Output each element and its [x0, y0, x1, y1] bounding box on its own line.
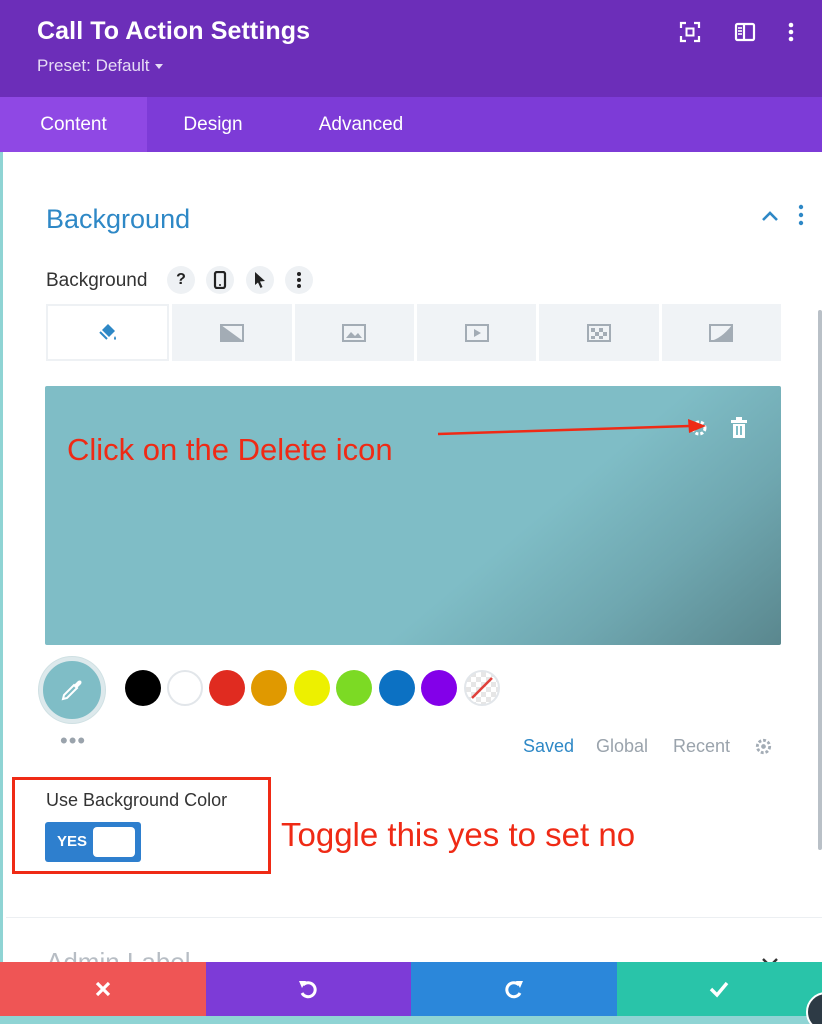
color-picker-button[interactable] — [39, 657, 105, 723]
more-colors-icon[interactable]: ••• — [60, 728, 86, 754]
settings-tabs: Content Design Advanced — [0, 97, 822, 152]
section-title[interactable]: Background — [46, 204, 190, 235]
toggle-annotation: Toggle this yes to set no — [281, 816, 636, 853]
modal-footer — [0, 962, 822, 1016]
use-background-color-toggle[interactable]: YES — [45, 822, 141, 862]
redo-button[interactable] — [411, 962, 617, 1016]
tab-content[interactable]: Content — [0, 97, 147, 152]
undo-button[interactable] — [205, 962, 411, 1016]
image-tab[interactable] — [294, 304, 414, 361]
toggle-knob — [93, 827, 135, 857]
caret-down-icon — [155, 64, 164, 70]
mobile-icon[interactable] — [206, 266, 234, 294]
background-field-label: Background — [46, 270, 148, 291]
toggle-label: Use Background Color — [46, 790, 228, 810]
check-icon — [710, 981, 729, 998]
fullscreen-icon[interactable] — [678, 20, 702, 44]
save-button[interactable] — [616, 962, 822, 1016]
video-icon — [464, 323, 489, 342]
swatch-blue[interactable] — [379, 670, 415, 706]
settings-content: Background Background ? Click on the Del… — [0, 152, 822, 977]
redo-icon — [505, 981, 523, 999]
swatch-purple[interactable] — [421, 670, 457, 706]
swatch-orange[interactable] — [251, 670, 287, 706]
bottom-strip — [0, 1016, 822, 1024]
section-more-icon[interactable] — [797, 204, 805, 226]
settings-header: Call To Action Settings Preset: Default — [0, 0, 822, 97]
pattern-icon — [586, 323, 611, 342]
background-type-tabs — [46, 304, 781, 361]
settings-icon[interactable] — [689, 417, 709, 439]
video-tab[interactable] — [416, 304, 537, 361]
palette-tab-saved[interactable]: Saved — [523, 736, 574, 757]
swatch-yellow[interactable] — [294, 670, 330, 706]
tab-advanced[interactable]: Advanced — [296, 97, 426, 152]
no-color-icon — [471, 677, 493, 699]
color-icon — [98, 323, 116, 340]
pattern-tab[interactable] — [539, 304, 659, 361]
more-options-icon[interactable] — [779, 20, 803, 44]
modal-title: Call To Action Settings — [37, 17, 311, 45]
delete-annotation: Click on the Delete icon — [67, 432, 393, 467]
tab-design[interactable]: Design — [160, 97, 266, 152]
preset-label: Preset: Default — [37, 56, 150, 75]
preset-dropdown[interactable]: Preset: Default — [37, 56, 164, 76]
palette-tab-global[interactable]: Global — [596, 736, 648, 757]
eyedropper-icon — [61, 680, 82, 701]
more-icon[interactable] — [285, 266, 313, 294]
close-icon — [95, 981, 110, 997]
cancel-button[interactable] — [0, 962, 206, 1016]
swatch-white[interactable] — [167, 670, 203, 706]
mask-tab[interactable] — [661, 304, 781, 361]
gradient-icon — [219, 323, 244, 342]
palette-tab-recent[interactable]: Recent — [673, 736, 730, 757]
section-divider — [6, 917, 822, 918]
gradient-tab[interactable] — [172, 304, 292, 361]
scrollbar[interactable] — [818, 310, 822, 850]
delete-icon[interactable] — [729, 417, 749, 439]
mask-icon — [709, 323, 734, 342]
swatch-red[interactable] — [209, 670, 245, 706]
swatch-none[interactable] — [464, 670, 500, 706]
color-tab[interactable] — [46, 304, 170, 361]
swatch-green[interactable] — [336, 670, 372, 706]
palette-settings-icon[interactable] — [754, 737, 773, 756]
toggle-value: YES — [57, 833, 88, 850]
chevron-up-icon[interactable] — [761, 210, 779, 222]
undo-icon — [299, 981, 317, 999]
swatch-black[interactable] — [125, 670, 161, 706]
image-icon — [342, 323, 367, 342]
help-icon[interactable]: ? — [167, 266, 195, 294]
split-view-icon[interactable] — [733, 20, 757, 44]
hover-icon[interactable] — [246, 266, 274, 294]
